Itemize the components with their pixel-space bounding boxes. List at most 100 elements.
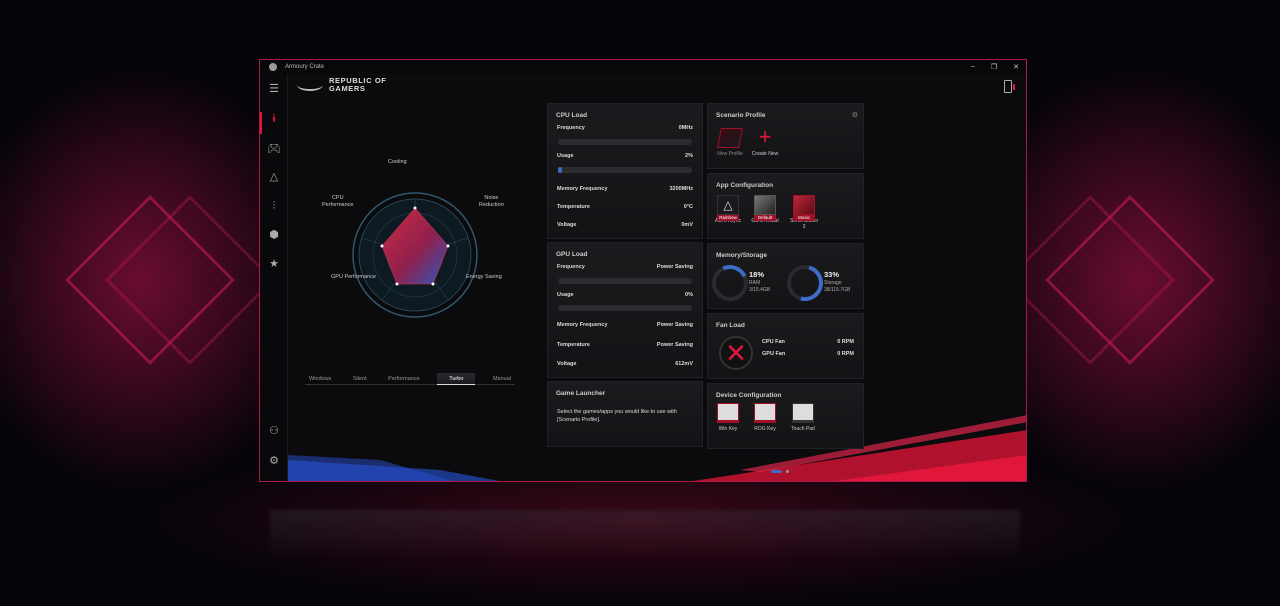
rog-key-tile[interactable]: ROG Key [745,403,785,432]
radar-label-cpu-2: Performance [322,202,354,208]
cpu-load-card[interactable]: CPU Load Frequency 0MHz Usage 2% Memory Fr… [547,103,703,239]
sliders-icon[interactable]: ⫶ [267,199,281,213]
cpu-volt-value: 0mV [681,222,693,228]
device-configuration-card[interactable]: Device Configuration Win Key ROG Key Tou… [707,383,864,449]
plus-icon: + [758,124,772,149]
mobile-device-icon[interactable] [1004,80,1015,93]
cpu-memfreq-value: 3200MHz [669,186,693,192]
radar-label-cpu-1: CPU [331,195,344,201]
touch-pad-icon [792,403,814,423]
gpu-temp-label: Temperature [557,342,590,348]
mode-manual[interactable]: Manual [489,373,515,385]
cpu-memfreq-label: Memory Frequency [557,186,608,192]
ram-label: RAM [749,280,761,286]
ram-gauge [706,259,754,307]
close-button[interactable]: ✕ [1013,63,1019,71]
page-dot-active[interactable] [771,470,782,473]
aura-icon[interactable]: △ [267,170,281,184]
radar-label-noise-2: Reduction [479,202,504,208]
rog-key-icon [754,403,776,423]
cpu-fan-value: 0 RPM [837,339,854,345]
ram-value: 3/15.4GB [749,287,771,293]
memory-storage-card[interactable]: Memory/Storage 18% RAM 3/15.4GB 33% Stor… [706,243,864,309]
storage-gauge [780,258,830,308]
game-launcher-card[interactable]: Game Launcher Select the games/apps you … [547,381,703,447]
cpu-volt-label: Voltage [557,222,577,228]
rog-eye-icon [297,79,323,91]
minimize-button[interactable]: – [971,63,975,71]
page-dot-2[interactable] [786,470,789,473]
game-launcher-text-2: [Scenario Profile]. [557,417,601,423]
sonic-studio-icon [793,195,815,215]
background-stage: Armoury Crate – ❐ ✕ ☰ ɨ 🎮︎ △ ⫶ ⬢ ★ ⚇ ⚙ R… [0,0,1280,606]
title-bar: Armoury Crate – ❐ ✕ [260,60,1026,74]
create-new-tile[interactable]: + Create New [745,124,785,158]
home-icon[interactable]: ɨ [267,112,281,126]
sidebar: ☰ ɨ 🎮︎ △ ⫶ ⬢ ★ ⚇ ⚙ [260,74,288,481]
app-window: Armoury Crate – ❐ ✕ ☰ ɨ 🎮︎ △ ⫶ ⬢ ★ ⚇ ⚙ R… [259,59,1027,482]
gpu-frequency-label: Frequency [557,264,585,270]
touch-pad-label: Touch Pad [791,426,815,432]
user-icon[interactable]: ⚇ [267,424,281,438]
mode-performance[interactable]: Performance [384,373,424,385]
app-configuration-card[interactable]: App Configuration △ Rainbow AURA Sync De… [707,173,864,239]
game-launcher-text-1: Select the games/apps you would like to … [557,409,677,415]
gamevisual-icon [754,195,776,215]
gpu-memfreq-value: Power Saving [656,322,693,328]
windows-key-icon [717,403,739,423]
new-profile-tile[interactable]: New Profile [710,128,750,157]
gpu-usage-value: 0% [685,292,693,298]
gpu-load-card[interactable]: GPU Load Frequency Power Saving Usage 0% M… [547,242,703,378]
gamepad-icon[interactable]: 🎮︎ [267,142,281,156]
app-config-title: App Configuration [716,182,774,189]
cpu-frequency-label: Frequency [557,125,585,131]
fan-load-title: Fan Load [716,322,745,329]
sonic-studio-tile[interactable]: Music Sonic Studio 3 [784,195,824,230]
maximize-button[interactable]: ❐ [991,63,997,71]
box-icon[interactable]: ⬢ [267,228,281,242]
radar-chart [352,192,478,318]
gamevisual-tile[interactable]: Default GameVisual [745,195,785,224]
game-launcher-title: Game Launcher [556,390,606,397]
touch-pad-tile[interactable]: Touch Pad [783,403,823,432]
gpu-fan-label: GPU Fan [762,351,786,357]
radar-label-energy: Energy Saving [466,274,502,280]
storage-value: 38/115.7GB [824,287,851,293]
aura-sync-icon: △ [717,195,739,215]
win-key-label: Win Key [718,426,738,432]
device-config-title: Device Configuration [716,392,782,399]
profile-card-icon [717,128,743,148]
scenario-settings-icon[interactable]: ⚙ [852,111,858,119]
fan-icon: ✕ [719,336,753,370]
operating-mode-selector: Windows Silent Performance Turbo Manual [305,372,515,385]
ram-percent: 18% [749,270,765,279]
gpu-fan-value: 0 RPM [837,351,854,357]
scenario-profile-title: Scenario Profile [716,112,766,119]
star-icon[interactable]: ★ [267,257,281,271]
cpu-usage-fill [558,167,562,173]
gpu-usage-bar [558,305,692,311]
mode-turbo[interactable]: Turbo [437,372,476,385]
cpu-load-title: CPU Load [556,112,588,119]
page-indicator [771,470,789,473]
storage-percent: 33% [824,270,840,279]
gpu-load-title: GPU Load [556,251,588,258]
gamevisual-tag: Default [754,215,776,221]
rog-brand: REPUBLIC OF GAMERS [297,77,386,93]
mode-windows[interactable]: Windows [305,373,335,385]
mode-silent[interactable]: Silent [349,373,371,385]
gpu-volt-value: 612mV [675,361,693,367]
aura-sync-tile[interactable]: △ Rainbow AURA Sync [708,195,748,224]
gear-icon[interactable]: ⚙ [267,454,281,468]
window-reflection [270,510,1020,560]
sonic-studio-tag: Music [793,215,815,221]
rog-key-label: ROG Key [754,426,776,432]
win-key-tile[interactable]: Win Key [708,403,748,432]
fan-load-card[interactable]: Fan Load ✕ CPU Fan 0 RPM GPU Fan 0 RPM [707,313,864,379]
scenario-profile-card[interactable]: Scenario Profile ⚙ New Profile + Create … [707,103,864,169]
sonic-studio-label-2: 3 [802,224,806,230]
menu-icon[interactable]: ☰ [267,82,281,96]
cpu-frequency-bar [558,139,692,145]
window-title: Armoury Crate [285,64,325,70]
gpu-volt-label: Voltage [557,361,577,367]
